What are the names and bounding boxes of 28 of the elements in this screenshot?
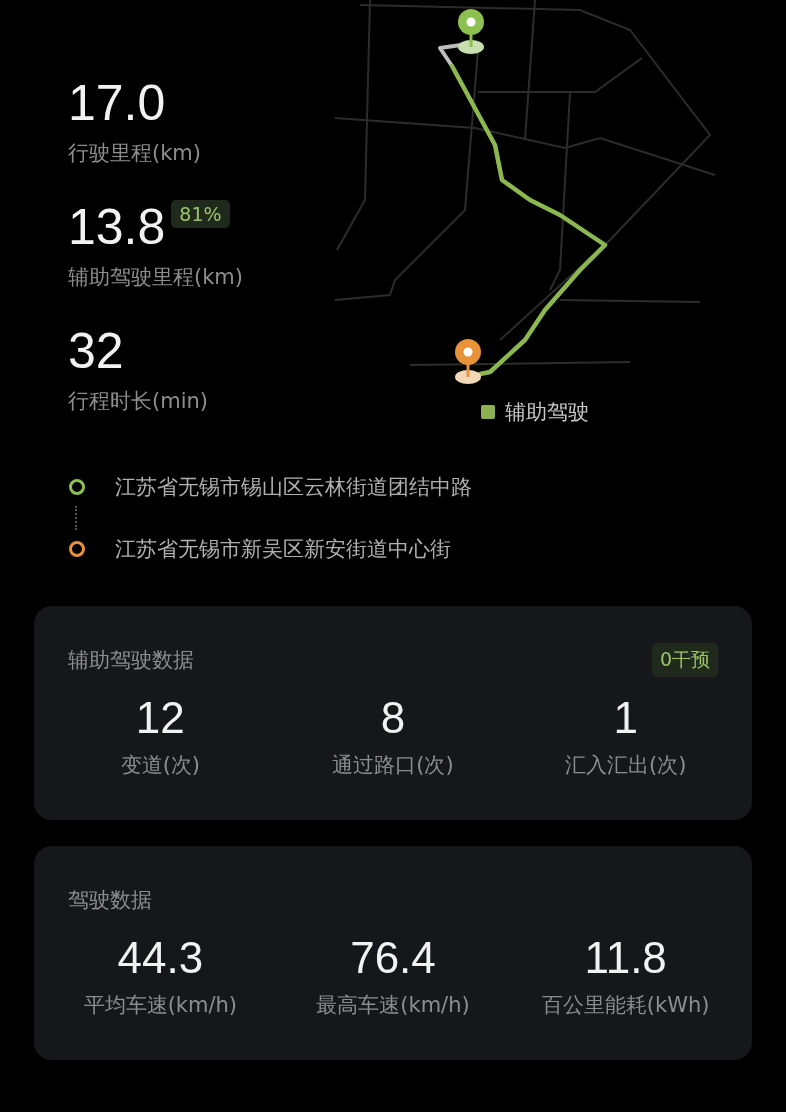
stat-value: 32 bbox=[68, 322, 124, 380]
card-title: 辅助驾驶数据 bbox=[68, 647, 194, 674]
stat-value: 11.8 bbox=[584, 932, 667, 984]
stat-label: 行程时长(min) bbox=[68, 388, 209, 415]
stat-label: 最高车速(km/h) bbox=[316, 992, 470, 1019]
stat-value: 76.4 bbox=[350, 932, 436, 984]
stat-label: 汇入汇出(次) bbox=[564, 752, 687, 779]
stat-label: 变道(次) bbox=[120, 752, 200, 779]
address-text: 江苏省无锡市新吴区新安街道中心街 bbox=[115, 536, 451, 563]
stat-label: 行驶里程(km) bbox=[68, 140, 202, 167]
location-pin-icon bbox=[455, 339, 481, 384]
percent-tag: 81% bbox=[171, 200, 230, 228]
stat-label: 百公里能耗(kWh) bbox=[541, 992, 710, 1019]
stat-value: 1 bbox=[613, 692, 638, 744]
stat-value: 13.8 bbox=[68, 198, 166, 256]
legend-swatch bbox=[481, 405, 495, 419]
stat-value: 44.3 bbox=[117, 932, 204, 984]
card-title: 驾驶数据 bbox=[68, 887, 152, 914]
stat-label: 辅助驾驶里程(km) bbox=[68, 264, 244, 291]
stat-label: 平均车速(km/h) bbox=[83, 992, 237, 1019]
intervention-tag: 0干预 bbox=[651, 643, 718, 677]
stat-label: 通过路口(次) bbox=[332, 752, 454, 779]
stat-value: 17.0 bbox=[68, 74, 166, 132]
location-pin-icon bbox=[458, 9, 484, 54]
stat-value: 8 bbox=[380, 692, 406, 744]
stat-value: 12 bbox=[135, 692, 185, 744]
address-text: 江苏省无锡市锡山区云林街道团结中路 bbox=[115, 474, 472, 501]
legend-label: 辅助驾驶 bbox=[505, 399, 589, 426]
